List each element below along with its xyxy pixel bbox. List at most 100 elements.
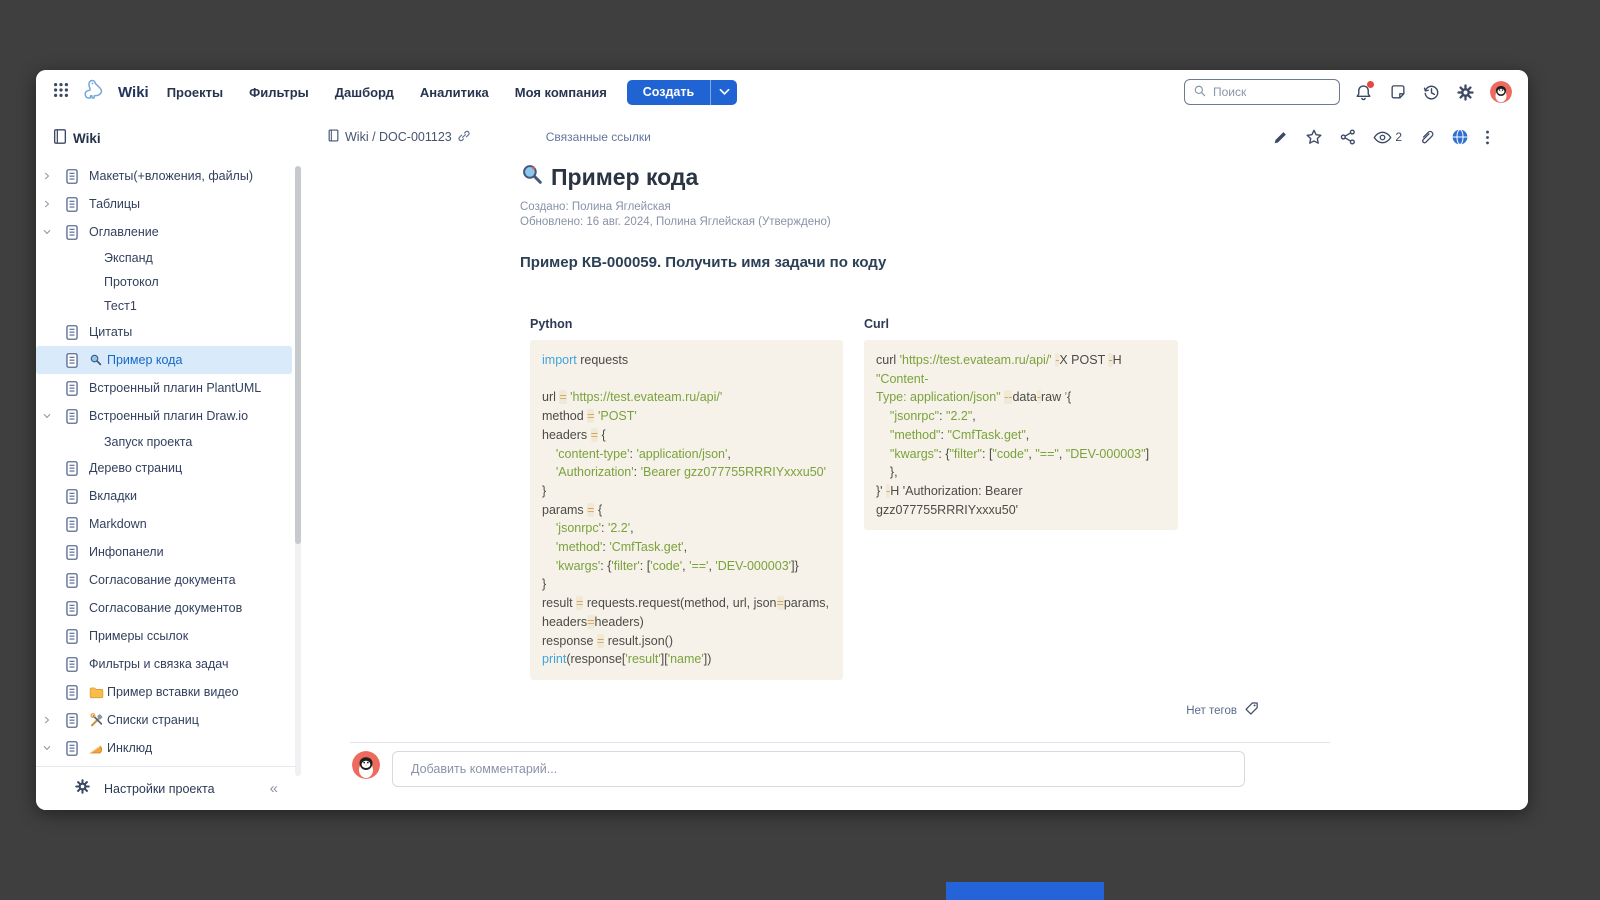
sidebar-item-20[interactable]: Списки страниц <box>36 706 296 734</box>
tags-row[interactable]: Нет тегов <box>1110 701 1260 721</box>
sidebar-scrollbar[interactable] <box>295 166 301 776</box>
notes-icon[interactable] <box>1388 83 1407 102</box>
sidebar-item-2[interactable]: Оглавление <box>36 218 296 246</box>
tag-icon[interactable] <box>1244 701 1260 721</box>
code-box-python[interactable]: import requests url = 'https://test.evat… <box>530 340 843 680</box>
search-placeholder: Поиск <box>1213 85 1246 99</box>
chevron-down-icon[interactable] <box>42 411 56 421</box>
sidebar-item-label: Согласование документа <box>89 573 236 587</box>
nav-item-1[interactable]: Фильтры <box>249 85 309 100</box>
create-button[interactable]: Создать <box>627 80 737 105</box>
code-box-curl[interactable]: curl 'https://test.evateam.ru/api/' -X P… <box>864 340 1178 530</box>
comment-avatar <box>352 751 380 779</box>
search-icon <box>89 353 104 367</box>
sidebar-item-21[interactable]: Инклюд <box>36 734 296 762</box>
history-icon[interactable] <box>1422 83 1441 102</box>
code-line: method = 'POST' <box>542 407 831 426</box>
chevron-down-icon[interactable] <box>42 227 56 237</box>
code-line: 'jsonrpc': '2.2', <box>542 519 831 538</box>
favorite-star-icon[interactable] <box>1305 128 1323 146</box>
project-settings-label[interactable]: Настройки проекта <box>104 782 215 796</box>
sidebar-item-16[interactable]: Согласование документов <box>36 594 296 622</box>
related-links-tab[interactable]: Связанные ссылки <box>546 130 651 144</box>
chevron-right-icon[interactable] <box>42 199 56 209</box>
breadcrumb[interactable]: Wiki / DOC-001123 <box>327 128 471 146</box>
sidebar-item-14[interactable]: Инфопанели <box>36 538 296 566</box>
sidebar-item-12[interactable]: Вкладки <box>36 482 296 510</box>
comment-input[interactable] <box>392 751 1245 787</box>
sidebar-item-label: Markdown <box>89 517 147 531</box>
sidebar-item-label: Цитаты <box>89 325 132 339</box>
project-settings-gear-icon[interactable] <box>74 778 91 800</box>
sidebar-item-0[interactable]: Макеты(+вложения, файлы) <box>36 162 296 190</box>
chevron-down-icon[interactable] <box>42 743 56 753</box>
create-button-label[interactable]: Создать <box>627 80 710 105</box>
more-kebab-icon[interactable] <box>1485 129 1490 146</box>
code-line: print(response['result']['name']) <box>542 650 831 669</box>
code-block-title: Curl <box>864 317 1178 331</box>
sidebar-item-label: Дерево страниц <box>89 461 182 475</box>
code-line: "method": "CmfTask.get", <box>876 426 1166 445</box>
sidebar-collapse-icon[interactable]: « <box>270 780 278 797</box>
document-icon <box>64 324 80 341</box>
page-title: Пример кода <box>551 164 698 191</box>
no-tags-label: Нет тегов <box>1186 705 1237 717</box>
sidebar-item-15[interactable]: Согласование документа <box>36 566 296 594</box>
sidebar-header[interactable]: Wiki <box>36 114 310 158</box>
sidebar-item-label: Встроенный плагин Draw.io <box>89 409 248 423</box>
document-icon <box>64 196 80 213</box>
document-subtitle: Пример КВ-000059. Получить имя задачи по… <box>520 254 886 271</box>
sidebar: Wiki Макеты(+вложения, файлы)ТаблицыОгла… <box>36 114 310 810</box>
code-block-title: Python <box>530 317 843 331</box>
chevron-right-icon[interactable] <box>42 715 56 725</box>
views-eye-icon[interactable]: 2 <box>1373 130 1402 145</box>
sidebar-item-19[interactable]: Пример вставки видео <box>36 678 296 706</box>
sidebar-item-4[interactable]: Протокол <box>36 270 296 294</box>
top-bar: Wiki Проекты Фильтры Дашборд Аналитика Моя к… <box>36 70 1528 114</box>
sidebar-item-11[interactable]: Дерево страниц <box>36 454 296 482</box>
chevron-right-icon[interactable] <box>42 171 56 181</box>
code-block-curl: Curl curl 'https://test.evateam.ru/api/'… <box>864 317 1178 530</box>
create-dropdown-button[interactable] <box>710 80 737 105</box>
nav-item-4[interactable]: Моя компания <box>515 85 607 100</box>
sidebar-item-8[interactable]: Встроенный плагин PlantUML <box>36 374 296 402</box>
attachment-paperclip-icon[interactable] <box>1418 129 1435 146</box>
sidebar-item-17[interactable]: Примеры ссылок <box>36 622 296 650</box>
share-icon[interactable] <box>1339 128 1357 146</box>
sidebar-item-5[interactable]: Тест1 <box>36 294 296 318</box>
document-icon <box>64 380 80 397</box>
document-icon <box>64 600 80 617</box>
code-line: params = { <box>542 501 831 520</box>
search-input[interactable]: Поиск <box>1184 79 1340 105</box>
title-magnifier-icon <box>520 162 545 192</box>
nav-item-0[interactable]: Проекты <box>167 85 223 100</box>
sidebar-scrollbar-thumb[interactable] <box>295 166 301 544</box>
sidebar-item-9[interactable]: Встроенный плагин Draw.io <box>36 402 296 430</box>
public-globe-icon[interactable] <box>1451 128 1469 146</box>
notifications-bell-icon[interactable] <box>1354 83 1373 102</box>
code-line: 'Authorization': 'Bearer gzz077755RRRIYx… <box>542 463 831 482</box>
document-icon <box>64 224 80 241</box>
settings-gear-icon[interactable] <box>1456 83 1475 102</box>
edit-pencil-icon[interactable] <box>1272 129 1289 146</box>
sidebar-item-7[interactable]: Пример кода <box>36 346 292 374</box>
sidebar-item-18[interactable]: Фильтры и связка задач <box>36 650 296 678</box>
document-icon <box>64 572 80 589</box>
app-grid-icon[interactable] <box>52 81 70 104</box>
sidebar-item-13[interactable]: Markdown <box>36 510 296 538</box>
sidebar-item-label: Инфопанели <box>89 545 164 559</box>
sidebar-item-6[interactable]: Цитаты <box>36 318 296 346</box>
sidebar-item-3[interactable]: Экспанд <box>36 246 296 270</box>
nav-item-3[interactable]: Аналитика <box>420 85 489 100</box>
nav-item-2[interactable]: Дашборд <box>335 85 394 100</box>
code-line: "jsonrpc": "2.2", <box>876 407 1166 426</box>
document-icon <box>64 488 80 505</box>
code-line: headers = { <box>542 426 831 445</box>
sidebar-item-10[interactable]: Запуск проекта <box>36 430 296 454</box>
app-logo-text[interactable]: Wiki <box>118 84 149 101</box>
tools-icon <box>89 713 104 728</box>
user-avatar[interactable] <box>1490 81 1512 103</box>
copy-link-icon[interactable] <box>457 129 471 146</box>
breadcrumb-path[interactable]: Wiki / DOC-001123 <box>345 130 452 144</box>
sidebar-item-1[interactable]: Таблицы <box>36 190 296 218</box>
